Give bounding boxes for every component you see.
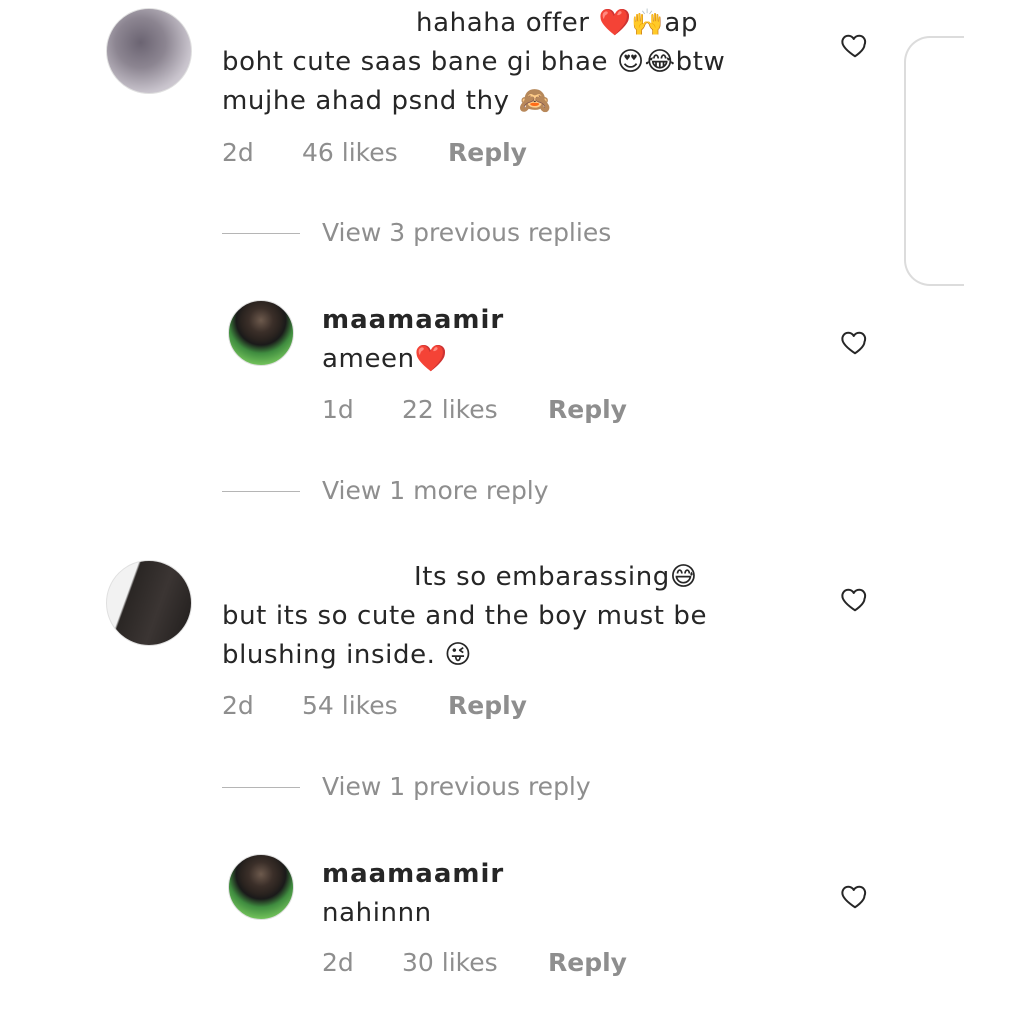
- username[interactable]: maamaamir: [322, 855, 504, 894]
- reply-button[interactable]: Reply: [448, 138, 527, 167]
- reply-button[interactable]: Reply: [548, 948, 627, 977]
- comment-meta: 2d 46 likes Reply: [222, 138, 542, 170]
- heart-outline-icon[interactable]: [840, 327, 870, 357]
- view-replies-label[interactable]: View 1 previous reply: [322, 772, 591, 802]
- heart-outline-icon[interactable]: [840, 881, 870, 911]
- comment-meta: 2d 54 likes Reply: [222, 691, 542, 723]
- comment-text-line: hahaha offer ❤️🙌ap: [416, 8, 699, 38]
- comment-text-line: but its so cute and the boy must be: [222, 601, 708, 631]
- avatar[interactable]: [106, 560, 192, 646]
- panel-edge: [904, 36, 964, 286]
- timestamp: 2d: [222, 138, 254, 167]
- reply-button[interactable]: Reply: [448, 691, 527, 720]
- comment-meta: 1d 22 likes Reply: [322, 395, 642, 427]
- username[interactable]: maamaamir: [322, 301, 504, 340]
- likes-count[interactable]: 46 likes: [302, 138, 398, 167]
- comment-text: ameen❤️: [322, 344, 448, 374]
- avatar[interactable]: [228, 854, 294, 920]
- comment-text: nahinnn: [322, 898, 432, 928]
- likes-count[interactable]: 54 likes: [302, 691, 398, 720]
- avatar[interactable]: [106, 8, 192, 94]
- view-replies-label[interactable]: View 1 more reply: [322, 476, 549, 506]
- view-replies-toggle[interactable]: View 1 more reply: [222, 476, 642, 506]
- timestamp: 1d: [322, 395, 354, 424]
- comment-text-line: Its so embarassing😅: [414, 562, 698, 592]
- comment-text-line: boht cute saas bane gi bhae 😍😂btw: [222, 47, 726, 77]
- divider: [222, 491, 300, 492]
- view-replies-label[interactable]: View 3 previous replies: [322, 218, 611, 248]
- reply-button[interactable]: Reply: [548, 395, 627, 424]
- timestamp: 2d: [222, 691, 254, 720]
- heart-outline-icon[interactable]: [840, 30, 870, 60]
- view-replies-toggle[interactable]: View 1 previous reply: [222, 772, 642, 802]
- heart-outline-icon[interactable]: [840, 584, 870, 614]
- comment-meta: 2d 30 likes Reply: [322, 948, 642, 980]
- comment-text-line: mujhe ahad psnd thy 🙈: [222, 86, 552, 116]
- divider: [222, 787, 300, 788]
- likes-count[interactable]: 30 likes: [402, 948, 498, 977]
- avatar[interactable]: [228, 300, 294, 366]
- timestamp: 2d: [322, 948, 354, 977]
- likes-count[interactable]: 22 likes: [402, 395, 498, 424]
- view-replies-toggle[interactable]: View 3 previous replies: [222, 218, 642, 248]
- comment-text-line: blushing inside. 😜: [222, 640, 473, 670]
- divider: [222, 233, 300, 234]
